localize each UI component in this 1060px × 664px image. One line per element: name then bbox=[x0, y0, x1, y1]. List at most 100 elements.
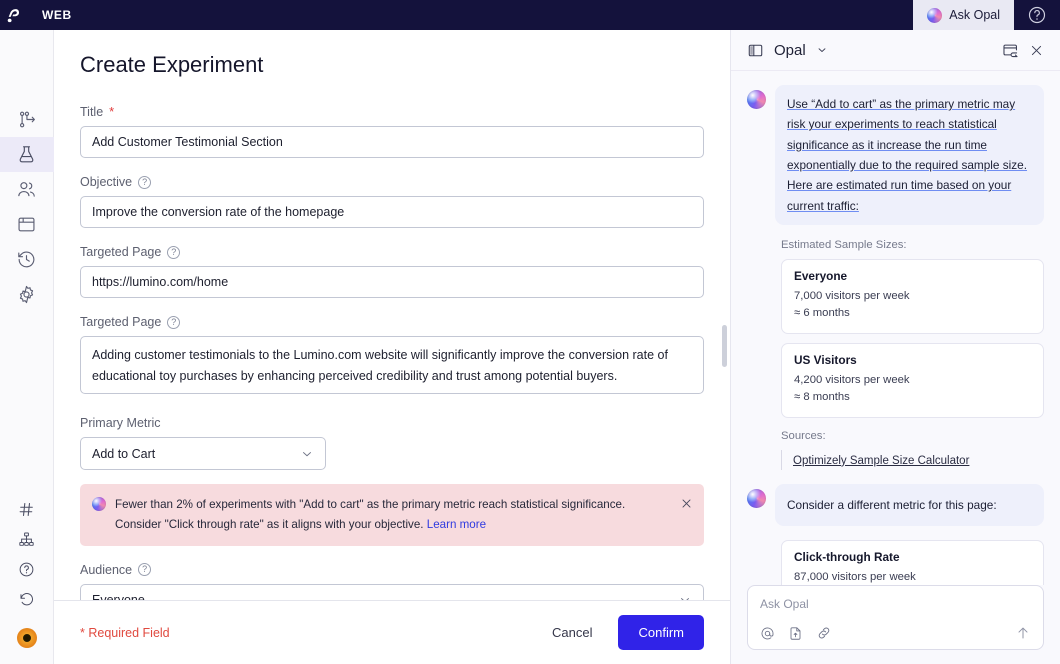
ask-opal-tab[interactable]: Ask Opal bbox=[913, 0, 1014, 30]
sidebar-item-undo[interactable] bbox=[0, 584, 54, 614]
question-circle-icon[interactable]: ? bbox=[167, 316, 180, 329]
avatar[interactable] bbox=[17, 628, 37, 648]
card-line-1: 7,000 visitors per week bbox=[794, 288, 1031, 306]
field-objective: Objective ? bbox=[80, 175, 704, 228]
opal-orb-icon bbox=[927, 8, 942, 23]
required-field-note: * Required Field bbox=[80, 626, 170, 640]
link-icon[interactable] bbox=[816, 625, 832, 641]
field-targeted-page-hypothesis: Targeted Page ? Adding customer testimon… bbox=[80, 315, 704, 399]
window-icon bbox=[16, 214, 37, 235]
top-bar: WEB Ask Opal bbox=[0, 0, 1060, 30]
sidebar-item-settings[interactable] bbox=[0, 277, 54, 312]
ask-opal-input[interactable]: Ask Opal bbox=[760, 596, 1031, 625]
close-icon[interactable] bbox=[1029, 43, 1044, 58]
sidebar-item-tags[interactable] bbox=[0, 494, 54, 524]
rail-bottom-group bbox=[0, 494, 54, 664]
sidebar-item-audiences[interactable] bbox=[0, 172, 54, 207]
field-label-primary-metric: Primary Metric bbox=[80, 416, 704, 430]
at-mention-icon[interactable] bbox=[760, 626, 775, 641]
card-line-2: ≈ 6 months bbox=[794, 305, 1031, 323]
label-text: Title bbox=[80, 105, 103, 119]
cancel-button[interactable]: Cancel bbox=[540, 617, 604, 648]
ask-opal-tab-label: Ask Opal bbox=[949, 8, 1000, 22]
sample-size-card[interactable]: US Visitors 4,200 visitors per week ≈ 8 … bbox=[781, 343, 1044, 418]
opal-conversation: Use “Add to cart” as the primary metric … bbox=[731, 71, 1060, 585]
label-text: Primary Metric bbox=[80, 416, 161, 430]
sample-size-card[interactable]: Everyone 7,000 visitors per week ≈ 6 mon… bbox=[781, 259, 1044, 334]
sidebar-item-pages[interactable] bbox=[0, 207, 54, 242]
warning-text: Fewer than 2% of experiments with "Add t… bbox=[115, 498, 625, 531]
label-text: Targeted Page bbox=[80, 245, 161, 259]
card-line-1: 87,000 visitors per week bbox=[794, 569, 1031, 585]
card-line-1: 4,200 visitors per week bbox=[794, 372, 1031, 390]
arrow-up-icon[interactable] bbox=[1015, 625, 1031, 641]
card-title: Click-through Rate bbox=[794, 550, 1031, 564]
history-clock-icon bbox=[16, 249, 37, 270]
primary-metric-value: Add to Cart bbox=[92, 447, 155, 461]
opal-panel-header: Opal bbox=[731, 30, 1060, 71]
question-circle-icon bbox=[18, 561, 35, 578]
targeted-page-url-input[interactable] bbox=[80, 266, 704, 298]
field-label-objective: Objective ? bbox=[80, 175, 704, 189]
question-circle-icon[interactable]: ? bbox=[167, 246, 180, 259]
flask-icon bbox=[16, 144, 37, 165]
opal-composer[interactable]: Ask Opal bbox=[747, 585, 1044, 650]
question-circle-icon[interactable]: ? bbox=[138, 563, 151, 576]
create-experiment-form: Create Experiment Title * Objective ? Ta… bbox=[54, 30, 730, 600]
chevron-down-icon[interactable] bbox=[816, 44, 828, 56]
learn-more-link[interactable]: Learn more bbox=[427, 518, 486, 531]
card-title: US Visitors bbox=[794, 353, 1031, 367]
objective-input[interactable] bbox=[80, 196, 704, 228]
left-nav-rail bbox=[0, 30, 54, 664]
main-content: Create Experiment Title * Objective ? Ta… bbox=[54, 30, 730, 664]
sidebar-item-history[interactable] bbox=[0, 242, 54, 277]
label-text: Targeted Page bbox=[80, 315, 161, 329]
source-link[interactable]: Optimizely Sample Size Calculator bbox=[793, 455, 969, 467]
primary-metric-warning-banner: Fewer than 2% of experiments with "Add t… bbox=[80, 484, 704, 546]
opal-orb-icon bbox=[747, 489, 766, 508]
optimizely-logo-icon[interactable] bbox=[0, 0, 28, 30]
brand-label: WEB bbox=[42, 8, 72, 22]
gear-icon bbox=[16, 284, 37, 305]
field-label-title: Title * bbox=[80, 104, 704, 119]
sidebar-item-structure[interactable] bbox=[0, 524, 54, 554]
primary-metric-select-wrap: Add to Cart bbox=[80, 437, 704, 470]
main-scrollbar[interactable] bbox=[722, 325, 727, 367]
opal-message-bubble: Consider a different metric for this pag… bbox=[775, 484, 1044, 526]
opal-message: Consider a different metric for this pag… bbox=[747, 484, 1044, 526]
opal-message-text: Consider a different metric for this pag… bbox=[787, 498, 997, 512]
targeted-page-hypothesis-textarea[interactable]: Adding customer testimonials to the Lumi… bbox=[80, 336, 704, 394]
primary-metric-select[interactable]: Add to Cart bbox=[80, 437, 326, 470]
panel-toggle-icon[interactable] bbox=[747, 42, 764, 59]
opal-message: Use “Add to cart” as the primary metric … bbox=[747, 85, 1044, 225]
opal-message-text: Use “Add to cart” as the primary metric … bbox=[787, 97, 1027, 212]
metric-suggestion-card[interactable]: Click-through Rate 87,000 visitors per w… bbox=[781, 540, 1044, 585]
composer-toolbar bbox=[760, 625, 1031, 641]
people-icon bbox=[16, 179, 37, 200]
chevron-down-icon bbox=[300, 447, 314, 461]
close-icon[interactable] bbox=[680, 495, 693, 510]
sidebar-item-flows[interactable] bbox=[0, 102, 54, 137]
warning-text-wrap: Fewer than 2% of experiments with "Add t… bbox=[115, 495, 671, 535]
title-input[interactable] bbox=[80, 126, 704, 158]
sources-label: Sources: bbox=[781, 430, 1044, 442]
confirm-button[interactable]: Confirm bbox=[618, 615, 704, 650]
sidebar-item-experiments[interactable] bbox=[0, 137, 54, 172]
estimated-sample-sizes-label: Estimated Sample Sizes: bbox=[781, 239, 1044, 251]
sidebar-item-help[interactable] bbox=[0, 554, 54, 584]
opal-orb-icon bbox=[92, 497, 106, 511]
field-label-targeted-page-hypothesis: Targeted Page ? bbox=[80, 315, 704, 329]
required-asterisk: * bbox=[109, 104, 114, 119]
sitemap-icon bbox=[18, 531, 35, 548]
help-circle-icon[interactable] bbox=[1014, 0, 1060, 30]
file-upload-icon[interactable] bbox=[788, 626, 803, 641]
opal-panel: Opal Use “Add to cart” as the primary me… bbox=[730, 30, 1060, 664]
card-line-2: ≈ 8 months bbox=[794, 389, 1031, 407]
page-title: Create Experiment bbox=[80, 52, 704, 78]
question-circle-icon[interactable]: ? bbox=[138, 176, 151, 189]
label-text: Objective bbox=[80, 175, 132, 189]
field-label-audience: Audience ? bbox=[80, 563, 704, 577]
flow-branch-icon bbox=[16, 109, 37, 130]
new-chat-icon[interactable] bbox=[1002, 42, 1019, 59]
card-title: Everyone bbox=[794, 269, 1031, 283]
